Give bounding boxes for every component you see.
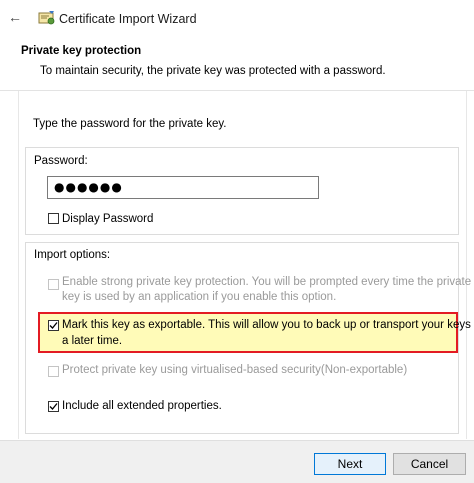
password-prompt: Type the password for the private key.: [33, 118, 227, 130]
display-password-checkbox[interactable]: [48, 213, 59, 224]
strong-protection-label-line2: key is used by an application if you ena…: [62, 291, 337, 303]
strong-protection-label-line1: Enable strong private key protection. Yo…: [62, 276, 472, 288]
content-left-border: [18, 91, 19, 439]
extended-properties-checkbox[interactable]: [48, 401, 59, 412]
checkmark-icon: [49, 403, 58, 410]
back-arrow-icon: ←: [8, 9, 22, 25]
certificate-icon: [38, 9, 56, 27]
cancel-button[interactable]: Cancel: [393, 453, 466, 475]
mark-exportable-label-line2: a later time.: [62, 335, 123, 347]
vbs-protection-checkbox[interactable]: [48, 366, 59, 377]
import-options-label: Import options:: [33, 249, 112, 261]
extended-properties-label: Include all extended properties.: [62, 400, 222, 412]
password-label: Password:: [33, 155, 89, 167]
section-title: Private key protection: [21, 45, 142, 57]
vbs-protection-label: Protect private key using virtualised-ba…: [62, 364, 408, 376]
mark-exportable-label-line1: Mark this key as exportable. This will a…: [62, 319, 474, 331]
back-button[interactable]: ←: [6, 8, 24, 26]
window-title: Certificate Import Wizard: [59, 12, 197, 26]
mark-exportable-checkbox[interactable]: [48, 320, 59, 331]
next-button[interactable]: Next: [314, 453, 386, 475]
header-divider: [0, 90, 474, 91]
checkmark-icon: [49, 322, 58, 329]
display-password-label: Display Password: [62, 213, 154, 225]
content-right-border: [466, 91, 467, 439]
password-field[interactable]: ●●●●●●: [47, 176, 319, 199]
section-description: To maintain security, the private key wa…: [40, 65, 386, 77]
strong-protection-checkbox[interactable]: [48, 279, 59, 290]
